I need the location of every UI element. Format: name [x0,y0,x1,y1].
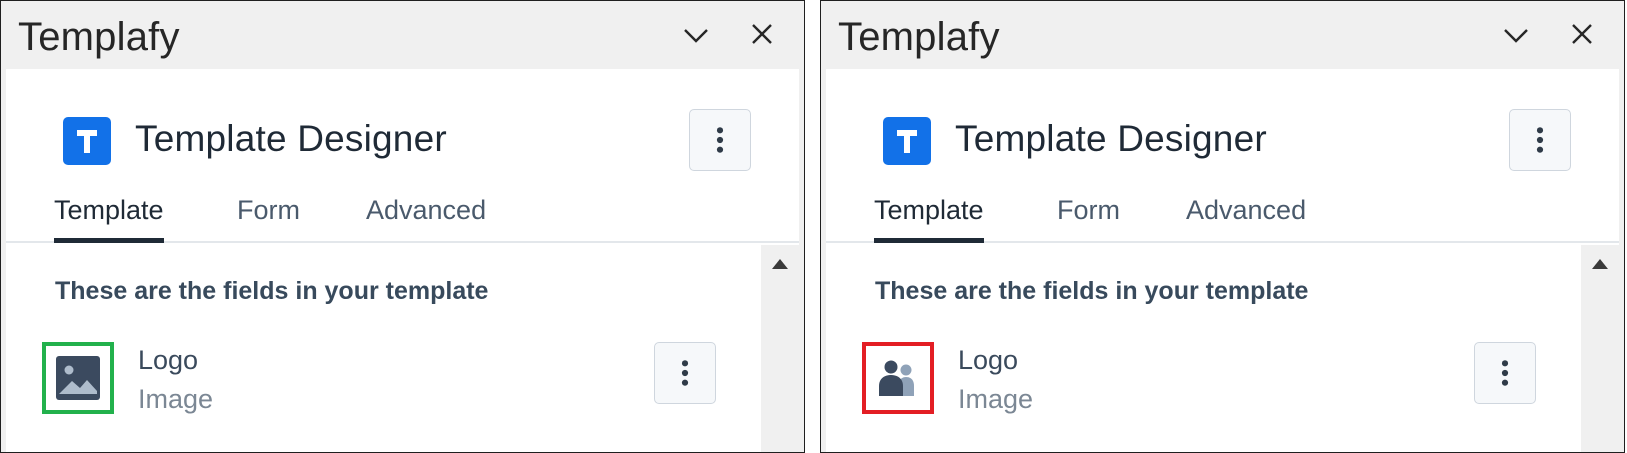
pane-titlebar: Templafy [1,1,804,69]
pane-content: Template Designer Template Form Advanced… [826,69,1619,452]
app-title: Template Designer [955,118,1267,159]
field-icon-highlight [42,342,114,414]
triangle-up-icon [1592,259,1608,269]
pane-options-button[interactable] [1496,15,1536,55]
field-more-options-button[interactable] [1474,342,1536,404]
field-name: Logo [138,345,199,375]
field-more-options-button[interactable] [654,342,716,404]
close-icon [752,24,772,44]
app-title: Template Designer [135,118,447,159]
users-icon [879,360,914,396]
scroll-up-button[interactable] [771,257,789,271]
templafy-logo-icon [883,117,931,165]
tab-template[interactable]: Template [874,195,984,243]
chevron-down-icon [684,29,708,43]
pane-title: Templafy [838,15,1000,59]
fields-list: These are the fields in your template Lo… [6,245,761,452]
close-button[interactable] [1562,15,1602,55]
pane-options-button[interactable] [676,15,716,55]
field-icon-highlight [862,342,934,414]
tab-bar: Template Form Advanced [6,195,799,243]
section-heading: These are the fields in your template [875,277,1309,305]
task-pane-right: Templafy Template Designer Template Form… [820,0,1625,453]
templafy-logo-icon [63,117,111,165]
section-heading: These are the fields in your template [55,277,489,305]
fields-list: These are the fields in your template Lo… [826,245,1581,452]
field-row-logo[interactable]: Logo Image [826,339,1581,419]
tab-advanced[interactable]: Advanced [1186,195,1306,241]
vertical-scrollbar[interactable] [761,245,799,452]
pane-title: Templafy [18,15,180,59]
pane-content: Template Designer Template Form Advanced… [6,69,799,452]
designer-header: Template Designer Template Form Advanced [6,69,799,245]
task-pane-left: Templafy Template Designer Template Form… [0,0,805,453]
header-more-options-button[interactable] [1509,109,1571,171]
scroll-up-button[interactable] [1591,257,1609,271]
close-icon [1572,24,1592,44]
tab-bar: Template Form Advanced [826,195,1619,243]
pane-titlebar: Templafy [821,1,1624,69]
kebab-menu-icon [1536,127,1544,153]
kebab-menu-icon [1501,360,1509,386]
tab-template[interactable]: Template [54,195,164,243]
field-type: Image [958,384,1034,414]
tab-advanced[interactable]: Advanced [366,195,486,241]
tab-form[interactable]: Form [237,195,300,241]
field-type: Image [138,384,214,414]
field-row-logo[interactable]: Logo Image [6,339,761,419]
image-icon [56,356,100,400]
triangle-up-icon [772,259,788,269]
chevron-down-icon [1504,29,1528,43]
tab-form[interactable]: Form [1057,195,1120,241]
close-button[interactable] [742,15,782,55]
vertical-scrollbar[interactable] [1581,245,1619,452]
kebab-menu-icon [716,127,724,153]
designer-header: Template Designer Template Form Advanced [826,69,1619,245]
header-more-options-button[interactable] [689,109,751,171]
field-name: Logo [958,345,1019,375]
kebab-menu-icon [681,360,689,386]
